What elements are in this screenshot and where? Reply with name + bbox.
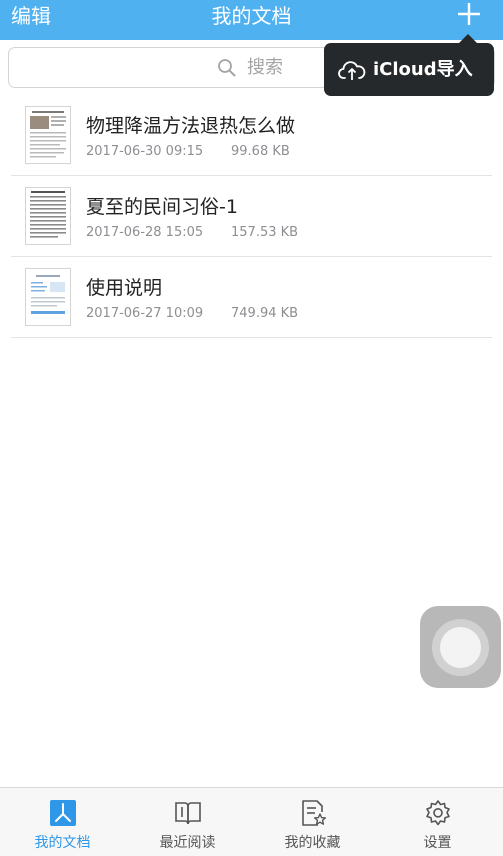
document-date: 2017-06-30 09:15	[86, 144, 204, 159]
tab-label: 我的收藏	[284, 835, 341, 851]
document-title: 物理降温方法退热怎么做	[86, 115, 296, 137]
pdf-document-icon	[50, 800, 76, 826]
bottom-tab-bar: 我的文档 最近阅读 我的收藏 设置	[0, 787, 503, 856]
icloud-import-button[interactable]: iCloud导入	[324, 43, 494, 96]
tab-settings[interactable]: 设置	[375, 788, 500, 856]
document-date: 2017-06-27 10:09	[86, 306, 204, 321]
add-button[interactable]	[452, 0, 486, 30]
cloud-upload-icon	[338, 61, 366, 80]
document-thumbnail	[25, 187, 71, 245]
plus-icon	[458, 3, 480, 25]
tab-label: 设置	[423, 835, 452, 851]
assistive-touch-center	[440, 627, 481, 668]
document-thumbnail	[25, 268, 71, 326]
document-size: 749.94 KB	[231, 306, 299, 321]
tab-my-documents[interactable]: 我的文档	[0, 788, 125, 856]
row-divider	[11, 337, 492, 338]
top-nav-bar: 编辑 我的文档	[0, 0, 503, 40]
document-preview-icon	[30, 191, 66, 238]
search-placeholder: 搜索	[247, 57, 283, 78]
document-row[interactable]: 使用说明 2017-06-27 10:09 749.94 KB	[0, 257, 503, 338]
icloud-import-label: iCloud导入	[373, 59, 473, 80]
popover-arrow	[459, 34, 477, 43]
document-preview-icon	[31, 275, 65, 314]
document-title: 使用说明	[86, 277, 163, 299]
search-icon	[218, 59, 236, 77]
tab-label: 最近阅读	[159, 835, 216, 851]
tab-my-favorites[interactable]: 我的收藏	[250, 788, 375, 856]
document-list: 物理降温方法退热怎么做 2017-06-30 09:15 99.68 KB 夏至…	[0, 95, 503, 338]
tab-label: 我的文档	[34, 835, 91, 851]
document-title: 夏至的民间习俗-1	[86, 196, 238, 218]
tab-recent-reading[interactable]: 最近阅读	[125, 788, 250, 856]
document-row[interactable]: 夏至的民间习俗-1 2017-06-28 15:05 157.53 KB	[0, 176, 503, 257]
app-screen: 编辑 我的文档 搜索 物理降温方法退热怎么做 2017-06-30 09:15 …	[0, 0, 503, 856]
open-book-icon	[175, 802, 201, 825]
assistive-touch-button[interactable]	[420, 606, 501, 688]
favorite-document-icon	[302, 800, 327, 826]
document-row[interactable]: 物理降温方法退热怎么做 2017-06-30 09:15 99.68 KB	[0, 95, 503, 176]
document-size: 99.68 KB	[231, 144, 290, 159]
document-date: 2017-06-28 15:05	[86, 225, 204, 240]
document-preview-icon	[30, 111, 66, 158]
gear-icon	[426, 800, 450, 826]
document-thumbnail	[25, 106, 71, 164]
edit-button[interactable]: 编辑	[11, 3, 51, 29]
page-title: 我的文档	[211, 4, 292, 28]
document-size: 157.53 KB	[231, 225, 299, 240]
